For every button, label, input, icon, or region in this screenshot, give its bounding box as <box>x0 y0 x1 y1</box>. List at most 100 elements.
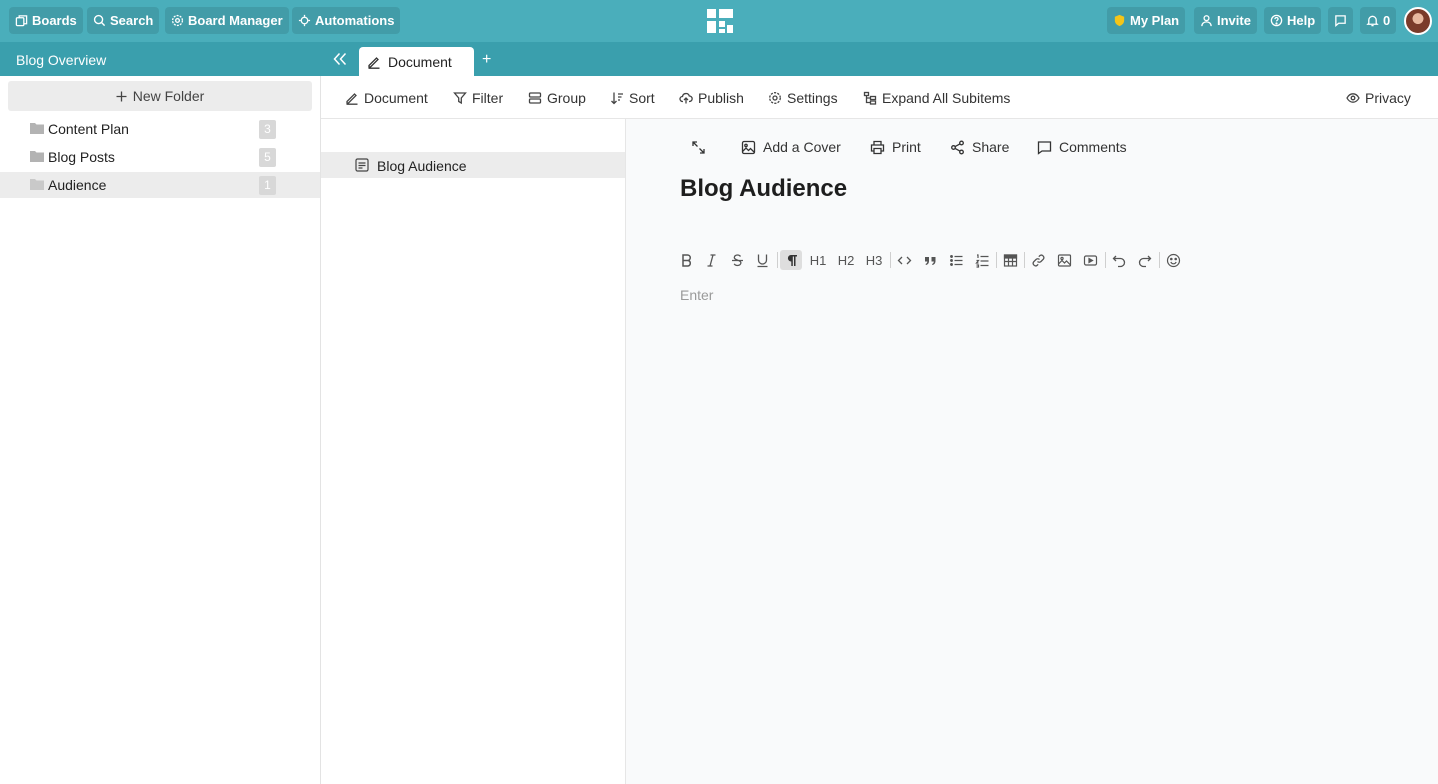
table-button[interactable] <box>1000 250 1020 270</box>
page-title[interactable]: Blog Audience <box>680 175 847 203</box>
search-icon <box>93 14 106 27</box>
bullet-list-button[interactable] <box>946 250 966 270</box>
board-title: Blog Overview <box>16 52 107 68</box>
toolbar-divider <box>1159 252 1160 268</box>
privacy-button[interactable]: Privacy <box>1346 89 1411 107</box>
search-label: Search <box>110 13 154 28</box>
user-icon <box>1201 15 1212 27</box>
expand-subitems-button[interactable]: Expand All Subitems <box>863 89 1010 107</box>
sort-label: Sort <box>629 90 655 106</box>
italic-button[interactable] <box>701 250 721 270</box>
toolbar-divider <box>1024 252 1025 268</box>
group-icon <box>528 92 542 104</box>
eye-icon <box>1346 93 1360 103</box>
help-button[interactable]: Help <box>1264 7 1322 34</box>
image-icon <box>1057 253 1071 267</box>
my-plan-label: My Plan <box>1130 13 1180 28</box>
new-folder-button[interactable]: New Folder <box>8 81 312 111</box>
automations-label: Automations <box>315 13 395 28</box>
notifications-button[interactable]: 0 <box>1360 7 1397 34</box>
heading-1-button[interactable]: H1 <box>807 250 829 270</box>
bold-button[interactable] <box>676 250 696 270</box>
expand-button[interactable] <box>691 138 706 156</box>
numbered-list-button[interactable] <box>972 250 992 270</box>
edit-icon <box>368 56 380 69</box>
undo-button[interactable] <box>1109 250 1129 270</box>
sidebar-item-content-plan[interactable]: Content Plan 3 <box>0 116 320 142</box>
print-button[interactable]: Print <box>870 138 921 156</box>
paragraph-icon <box>787 254 797 266</box>
comments-button[interactable]: Comments <box>1037 138 1127 156</box>
boards-label: Boards <box>32 13 77 28</box>
tab-document[interactable]: Document <box>359 47 474 76</box>
chat-button[interactable] <box>1328 7 1353 34</box>
settings-button[interactable]: Settings <box>768 89 838 107</box>
link-button[interactable] <box>1028 250 1048 270</box>
search-button[interactable]: Search <box>87 7 160 34</box>
heading-2-button[interactable]: H2 <box>835 250 857 270</box>
settings-label: Settings <box>787 90 838 106</box>
list-item[interactable]: Blog Audience <box>321 152 625 178</box>
redo-button[interactable] <box>1134 250 1154 270</box>
folder-count: 3 <box>259 120 276 139</box>
invite-button[interactable]: Invite <box>1194 7 1257 34</box>
share-button[interactable]: Share <box>950 138 1009 156</box>
notifications-count: 0 <box>1383 13 1391 28</box>
underline-button[interactable] <box>752 250 772 270</box>
document-list: Blog Audience <box>321 119 626 784</box>
publish-button[interactable]: Publish <box>679 89 744 107</box>
editor-body[interactable]: Enter <box>680 287 713 303</box>
boards-button[interactable]: Boards <box>9 7 83 34</box>
redo-icon <box>1138 255 1151 267</box>
folder-label: Blog Posts <box>48 149 115 165</box>
board-manager-label: Board Manager <box>188 13 283 28</box>
add-cover-label: Add a Cover <box>763 139 841 155</box>
add-tab-button[interactable]: + <box>482 52 491 68</box>
printer-icon <box>870 140 885 154</box>
toolbar-divider <box>890 252 891 268</box>
collapse-sidebar-icon[interactable] <box>331 50 349 68</box>
image-icon <box>741 140 756 154</box>
share-label: Share <box>972 139 1010 155</box>
bell-icon <box>1366 15 1379 27</box>
sidebar-item-blog-posts[interactable]: Blog Posts 5 <box>0 144 320 170</box>
table-icon <box>1003 253 1017 267</box>
heading-3-button[interactable]: H3 <box>863 250 885 270</box>
filter-button[interactable]: Filter <box>453 89 503 107</box>
folder-label: Audience <box>48 177 107 193</box>
document-editor: Add a Cover Print Share Comments Blog Au… <box>626 119 1438 784</box>
gear-icon <box>769 92 781 104</box>
insert-video-button[interactable] <box>1080 250 1100 270</box>
app-logo[interactable] <box>705 7 735 35</box>
avatar[interactable] <box>1404 7 1432 35</box>
gear-icon <box>171 14 184 27</box>
strikethrough-button[interactable] <box>727 250 747 270</box>
document-view-button[interactable]: Document <box>345 89 428 107</box>
link-icon <box>1032 254 1044 266</box>
quote-button[interactable] <box>920 250 940 270</box>
my-plan-button[interactable]: My Plan <box>1107 7 1186 34</box>
document-view-label: Document <box>364 90 428 106</box>
sidebar: New Folder Content Plan 3 Blog Posts 5 A… <box>0 76 321 784</box>
emoji-button[interactable] <box>1163 250 1183 270</box>
sort-icon <box>611 92 623 105</box>
paragraph-button[interactable] <box>780 250 802 270</box>
group-button[interactable]: Group <box>528 89 586 107</box>
help-icon <box>1270 14 1283 27</box>
sidebar-item-audience[interactable]: Audience 1 <box>0 172 320 198</box>
insert-image-button[interactable] <box>1054 250 1074 270</box>
list-item-label: Blog Audience <box>377 158 467 174</box>
automation-icon <box>298 14 311 27</box>
underline-icon <box>757 254 767 267</box>
board-manager-button[interactable]: Board Manager <box>165 7 289 34</box>
toolbar-divider <box>777 252 778 268</box>
top-bar: Boards Search Board Manager Automations … <box>0 0 1438 42</box>
folder-icon <box>30 123 44 134</box>
add-cover-button[interactable]: Add a Cover <box>741 138 841 156</box>
shield-icon <box>1114 14 1125 27</box>
code-button[interactable] <box>894 250 914 270</box>
automations-button[interactable]: Automations <box>292 7 401 34</box>
view-toolbar: Document Filter Group Sort Publish Setti… <box>321 76 1438 119</box>
sort-button[interactable]: Sort <box>610 89 655 107</box>
publish-label: Publish <box>698 90 744 106</box>
